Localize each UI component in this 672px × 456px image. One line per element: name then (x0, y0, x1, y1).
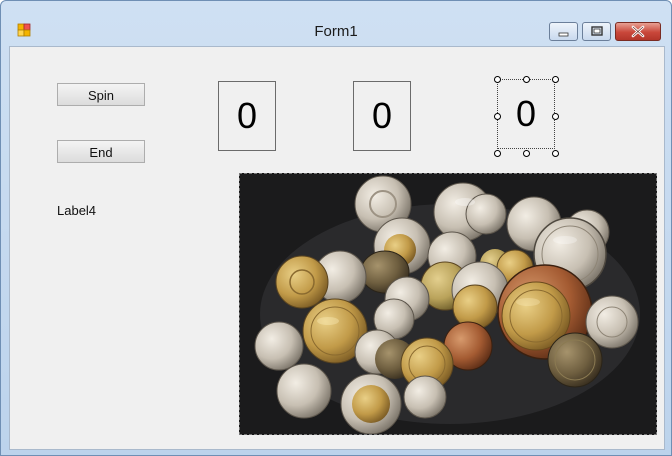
form-client-area: Spin End Label4 0 0 0 (9, 46, 665, 450)
minimize-icon (558, 32, 569, 37)
maximize-button[interactable] (582, 22, 611, 41)
resize-handle-sw[interactable] (494, 150, 501, 157)
close-icon (631, 25, 645, 38)
digit-label-1: 0 (218, 81, 276, 151)
resize-handle-s[interactable] (523, 150, 530, 157)
coins-image (240, 174, 656, 434)
digit-label-3-selected[interactable]: 0 (497, 79, 555, 149)
coins-picture-box[interactable] (239, 173, 657, 435)
form-window: Form1 Spin End Label4 0 0 0 (0, 0, 672, 456)
resize-handle-w[interactable] (494, 113, 501, 120)
title-bar[interactable]: Form1 (1, 1, 671, 43)
minimize-button[interactable] (549, 22, 578, 41)
resize-handle-nw[interactable] (494, 76, 501, 83)
digit-label-2: 0 (353, 81, 411, 151)
resize-handle-n[interactable] (523, 76, 530, 83)
resize-handle-ne[interactable] (552, 76, 559, 83)
end-button[interactable]: End (57, 140, 145, 163)
label4: Label4 (57, 203, 97, 218)
resize-handle-e[interactable] (552, 113, 559, 120)
close-button[interactable] (615, 22, 661, 41)
spin-button[interactable]: Spin (57, 83, 145, 106)
resize-handle-se[interactable] (552, 150, 559, 157)
restore-icon (591, 26, 603, 36)
